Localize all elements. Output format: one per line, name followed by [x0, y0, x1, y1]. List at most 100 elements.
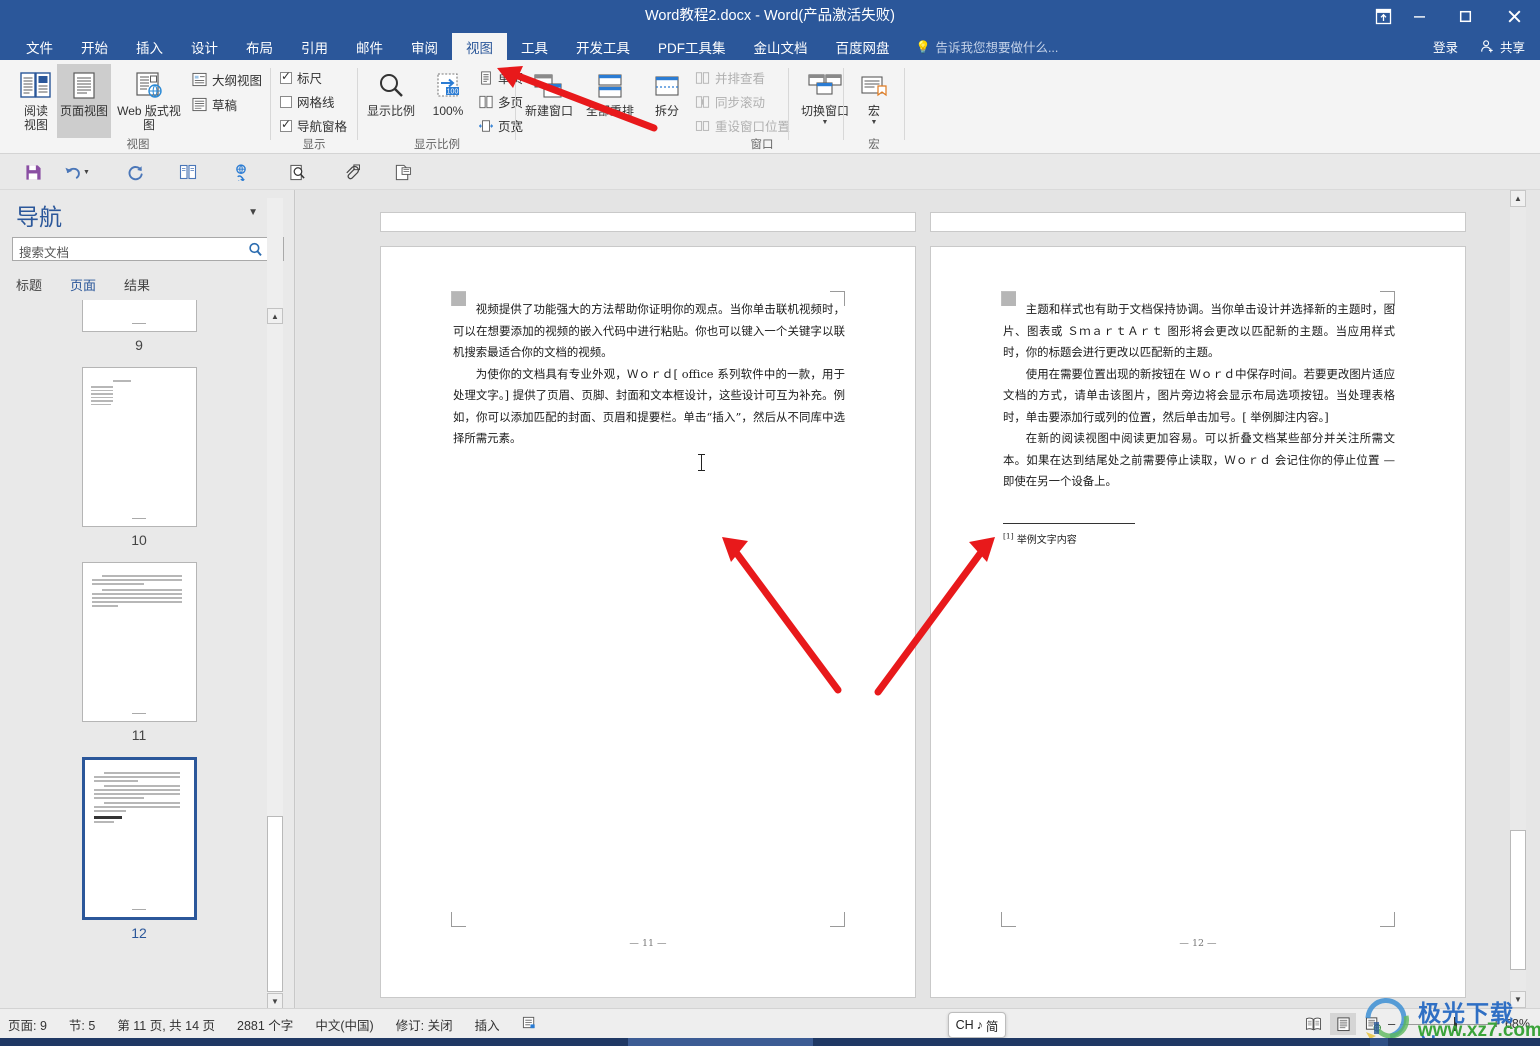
undo-icon: [65, 167, 80, 179]
thumbnail-footer-mark: [132, 322, 146, 324]
tab-home[interactable]: 开始: [67, 33, 122, 60]
zoom-button[interactable]: 显示比例: [363, 64, 419, 138]
tab-view[interactable]: 视图: [452, 33, 507, 60]
ribbon-display-options-button[interactable]: [1375, 0, 1392, 33]
maximize-button[interactable]: [1442, 0, 1488, 33]
scroll-down-button[interactable]: ▼: [1510, 991, 1526, 1008]
status-track-changes[interactable]: 修订: 关闭: [396, 1015, 453, 1034]
tab-developer[interactable]: 开发工具: [562, 33, 644, 60]
ruler-checkbox-row[interactable]: 标尺: [280, 66, 322, 89]
outline-view-button[interactable]: 大纲视图: [192, 68, 262, 91]
page-thumbnail-9[interactable]: [81, 300, 197, 332]
page-thumbnail-12[interactable]: [81, 757, 197, 920]
nav-scroll-down-button[interactable]: ▼: [267, 993, 283, 1009]
search-icon[interactable]: [248, 241, 263, 263]
attach-file-button[interactable]: [336, 158, 366, 186]
account-area: 登录 共享: [1424, 33, 1534, 60]
read-mode-view-button[interactable]: [1300, 1013, 1326, 1035]
status-pages[interactable]: 页面: 9: [8, 1015, 47, 1034]
zoom-handle[interactable]: [1454, 1017, 1457, 1031]
status-language[interactable]: 中文(中国): [315, 1015, 373, 1034]
save-button[interactable]: [18, 158, 48, 186]
print-layout-button[interactable]: 页面视图: [57, 64, 111, 138]
tab-insert[interactable]: 插入: [122, 33, 177, 60]
redo-button[interactable]: [120, 158, 150, 186]
undo-button[interactable]: ▼: [62, 158, 92, 186]
nav-tab-pages[interactable]: 页面: [70, 275, 96, 294]
new-from-template-button[interactable]: [388, 158, 418, 186]
page-thumbnail-10[interactable]: [81, 367, 197, 527]
print-preview-button[interactable]: [282, 158, 312, 186]
share-button[interactable]: 共享: [1471, 33, 1534, 60]
gridlines-checkbox[interactable]: [280, 95, 292, 108]
right-page-body[interactable]: 主题和样式也有助于文档保持协调。当你单击设计并选择新的主题时，图片、图表或 Ｓｍ…: [1003, 299, 1395, 493]
footnote-entry[interactable]: [1] 举例文字内容: [1003, 531, 1077, 546]
minimize-button[interactable]: [1396, 0, 1442, 33]
print-layout-view-button[interactable]: [1330, 1013, 1356, 1035]
close-button[interactable]: [1488, 0, 1540, 33]
navigation-pane-checkbox[interactable]: [280, 117, 292, 132]
navigation-search-box[interactable]: 搜索文档 ▼: [12, 237, 284, 261]
zoom-100-button[interactable]: 100 100%: [420, 64, 476, 138]
document-page-left[interactable]: 视频提供了功能强大的方法帮助你证明你的观点。当你单击联机视频时，可以在想要添加的…: [380, 246, 916, 998]
tab-tools[interactable]: 工具: [507, 33, 562, 60]
page-thumbnail-11[interactable]: [81, 562, 197, 722]
compare-documents-button[interactable]: [173, 158, 203, 186]
tell-me-search[interactable]: 💡 告诉我您想要做什么...: [904, 33, 1071, 60]
sign-in-button[interactable]: 登录: [1424, 33, 1467, 60]
proofing-errors-icon[interactable]: [522, 1015, 537, 1033]
nav-tab-headings[interactable]: 标题: [16, 275, 42, 294]
macros-button[interactable]: 宏 ▼: [847, 64, 901, 138]
nav-tab-results[interactable]: 结果: [124, 275, 150, 294]
insert-hyperlink-button[interactable]: [226, 158, 256, 186]
web-layout-button[interactable]: Web 版式视图: [113, 64, 185, 138]
status-page-number[interactable]: 第 11 页, 共 14 页: [117, 1015, 215, 1034]
read-mode-button[interactable]: 阅读 视图: [8, 64, 64, 138]
page-thumbnails-list[interactable]: 9 10 11 12: [0, 300, 278, 1008]
tab-references[interactable]: 引用: [287, 33, 342, 60]
status-insert-mode[interactable]: 插入: [475, 1015, 500, 1034]
gridlines-checkbox-row[interactable]: 网格线: [280, 90, 335, 113]
scroll-thumb[interactable]: [1510, 830, 1526, 970]
navigation-pane-scrollbar[interactable]: ▲ ▼: [267, 198, 283, 1009]
zoom-out-button[interactable]: –: [1388, 1016, 1395, 1031]
status-word-count[interactable]: 2881 个字: [237, 1015, 293, 1034]
ruler-checkbox[interactable]: [280, 69, 292, 84]
zoom-slider[interactable]: – +: [1388, 1013, 1500, 1035]
redo-icon: [128, 165, 143, 180]
macros-dropdown-icon[interactable]: ▼: [871, 116, 878, 130]
undo-dropdown-icon[interactable]: ▼: [83, 169, 90, 176]
tab-kingsoft-docs[interactable]: 金山文档: [740, 33, 822, 60]
navigation-pane-tabs: 标题 页面 结果: [16, 275, 150, 294]
web-layout-view-button[interactable]: [1360, 1013, 1386, 1035]
tab-file[interactable]: 文件: [12, 33, 67, 60]
taskbar-item[interactable]: [628, 1038, 813, 1046]
scroll-up-button[interactable]: ▲: [1510, 190, 1526, 207]
arrange-all-button[interactable]: 全部重排: [579, 64, 641, 138]
tab-baidu-netdisk[interactable]: 百度网盘: [822, 33, 904, 60]
tab-design[interactable]: 设计: [177, 33, 232, 60]
draft-view-button[interactable]: 草稿: [192, 93, 237, 116]
ime-indicator[interactable]: CH ♪ 简: [948, 1012, 1006, 1038]
tab-review[interactable]: 审阅: [397, 33, 452, 60]
new-window-button[interactable]: 新建窗口: [521, 64, 577, 138]
navigation-pane-checkbox-row[interactable]: 导航窗格: [280, 114, 347, 137]
document-page-right[interactable]: 主题和样式也有助于文档保持协调。当你单击设计并选择新的主题时，图片、图表或 Ｓｍ…: [930, 246, 1466, 998]
chevron-down-icon[interactable]: ▼: [248, 207, 258, 218]
zoom-percentage[interactable]: 68%: [1502, 1017, 1536, 1031]
left-page-body[interactable]: 视频提供了功能强大的方法帮助你证明你的观点。当你单击联机视频时，可以在想要添加的…: [453, 299, 845, 450]
nav-scroll-up-button[interactable]: ▲: [267, 308, 283, 324]
tab-pdf-toolkit[interactable]: PDF工具集: [644, 33, 740, 60]
taskbar-tray-item[interactable]: [1370, 1038, 1388, 1046]
status-section[interactable]: 节: 5: [69, 1015, 95, 1034]
split-button[interactable]: 拆分: [643, 64, 691, 138]
document-vertical-scrollbar[interactable]: ▲ ▼: [1510, 190, 1526, 1008]
tab-layout[interactable]: 布局: [232, 33, 287, 60]
switch-windows-dropdown-icon[interactable]: ▼: [822, 116, 829, 130]
tab-mailings[interactable]: 邮件: [342, 33, 397, 60]
zoom-in-button[interactable]: +: [1492, 1016, 1500, 1031]
zoom-track[interactable]: [1400, 1023, 1488, 1025]
document-canvas[interactable]: 视频提供了功能强大的方法帮助你证明你的观点。当你单击联机视频时，可以在想要添加的…: [296, 190, 1524, 1008]
ribbon-group-window-label: 窗口: [750, 139, 774, 151]
nav-scroll-thumb[interactable]: [267, 816, 283, 992]
